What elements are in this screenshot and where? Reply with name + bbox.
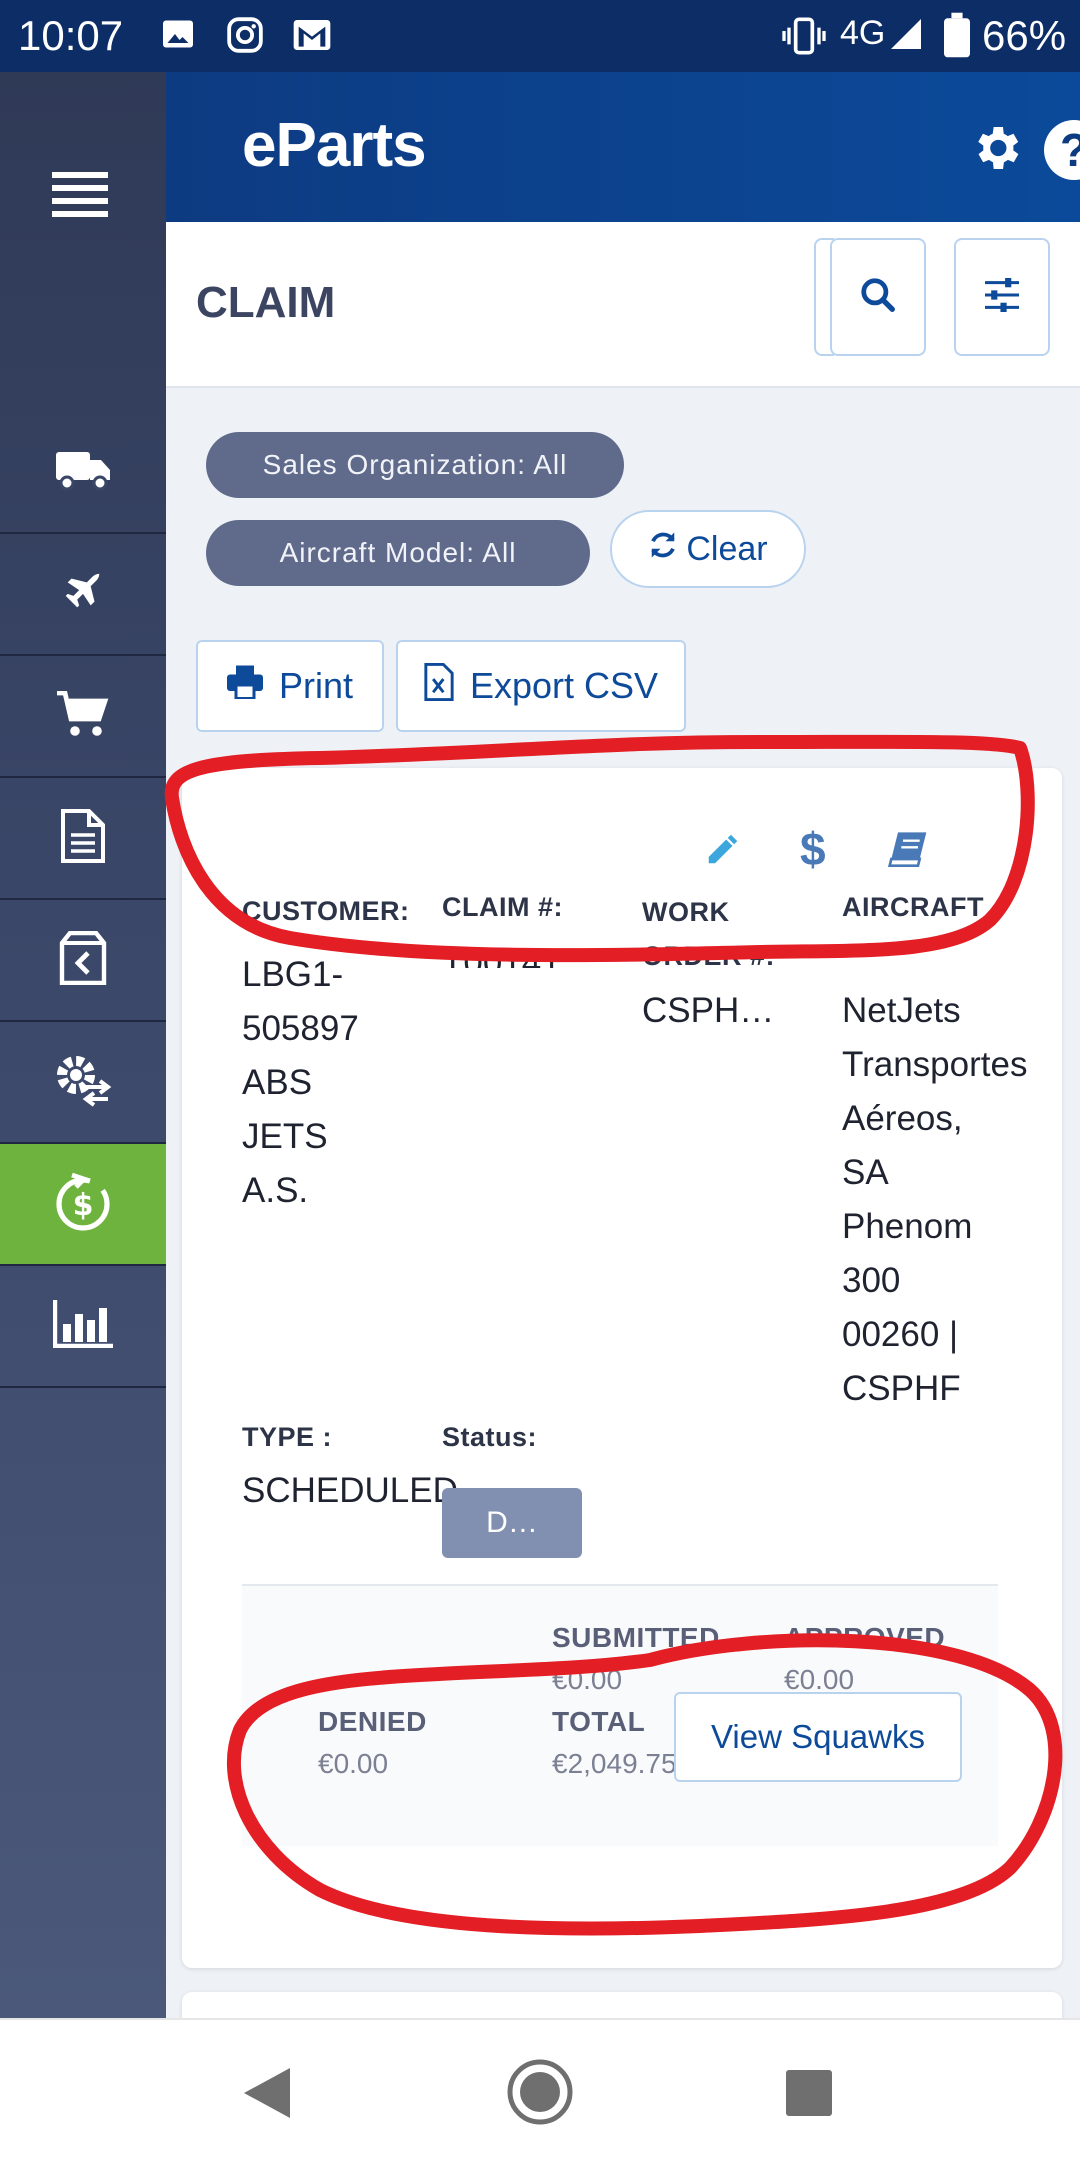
battery-percent: 66%	[982, 12, 1067, 59]
refresh-icon	[648, 530, 678, 569]
clear-filters-button[interactable]: Clear	[610, 510, 806, 588]
gear-exchange-icon	[54, 1053, 112, 1112]
customer-value: LBG1- 505897 ABS JETS A.S.	[242, 955, 359, 1210]
customer-label: CUSTOMER:	[242, 896, 410, 926]
claim-number-label: CLAIM #:	[442, 892, 563, 922]
battery-icon	[944, 12, 970, 63]
search-button[interactable]	[830, 238, 926, 356]
total-value: €2,049.75	[552, 1748, 677, 1779]
system-nav-bar	[0, 2018, 1080, 2160]
status-badge[interactable]: D…	[442, 1488, 582, 1558]
export-csv-label: Export CSV	[469, 665, 659, 706]
clear-label: Clear	[686, 529, 768, 568]
instagram-icon	[226, 16, 264, 59]
cart-icon	[57, 690, 109, 742]
truck-icon	[56, 448, 110, 497]
sidebar-item-shipping[interactable]	[0, 412, 166, 534]
submitted-label: SUBMITTED	[552, 1622, 720, 1653]
print-button[interactable]: Print	[196, 640, 384, 732]
image-icon	[160, 16, 196, 57]
sidebar-item-reports[interactable]	[0, 1266, 166, 1388]
recents-icon[interactable]	[786, 2070, 832, 2121]
document-icon	[61, 808, 105, 868]
view-squawks-button[interactable]: View Squawks	[674, 1692, 962, 1782]
aircraft-value: NetJets Transportes Aéreos, SA Phenom 30…	[842, 991, 1028, 1408]
claim-number-value[interactable]: T00141	[442, 936, 561, 968]
sidebar-item-exchange[interactable]	[0, 1022, 166, 1144]
filter-settings-button[interactable]	[954, 238, 1050, 356]
status-bar: 10:07 4G 66%	[0, 0, 1080, 72]
back-icon[interactable]	[244, 2068, 290, 2123]
next-claim-card	[182, 1992, 1062, 2018]
sidebar-item-documents[interactable]	[0, 778, 166, 900]
excel-file-icon	[424, 662, 454, 710]
book-icon[interactable]	[887, 830, 928, 873]
sidebar-item-claims[interactable]: $	[0, 1144, 166, 1266]
type-label: TYPE :	[242, 1422, 333, 1452]
network-type: 4G	[840, 14, 886, 52]
vibrate-icon	[782, 16, 826, 61]
filter-pill-aircraft-model[interactable]: Aircraft Model: All	[206, 520, 590, 586]
gmail-icon	[292, 16, 332, 59]
sidebar-item-returns[interactable]	[0, 900, 166, 1022]
signal-icon	[888, 16, 924, 57]
claim-summary: SUBMITTED €0.00 APPROVED €0.00 DENIED €0…	[242, 1584, 998, 1846]
submitted-value: €0.00	[552, 1664, 623, 1695]
work-order-label: WORK ORDER #:	[642, 897, 776, 971]
pencil-icon[interactable]	[704, 830, 742, 873]
svg-text:$: $	[73, 1188, 94, 1223]
page-title: CLAIM	[196, 278, 336, 327]
denied-label: DENIED	[318, 1706, 427, 1737]
search-icon	[859, 276, 897, 319]
status-label: Status:	[442, 1422, 538, 1452]
claim-card: $ CUSTOMER: LBG1- 505897 ABS JETS A.S. C…	[182, 768, 1062, 1968]
printer-icon	[226, 665, 263, 708]
claim-dollar-icon: $	[52, 1171, 114, 1238]
export-csv-button[interactable]: Export CSV	[396, 640, 686, 732]
sliders-icon	[983, 277, 1021, 317]
dollar-icon[interactable]: $	[800, 822, 826, 876]
home-icon[interactable]	[506, 2058, 574, 2131]
sidebar-item-cart[interactable]	[0, 656, 166, 778]
print-label: Print	[278, 665, 354, 706]
status-time: 10:07	[18, 12, 124, 59]
brand-logo[interactable]: eParts	[242, 110, 427, 181]
app-header: eParts ?	[166, 72, 1080, 222]
type-value: SCHEDULED	[242, 1471, 458, 1510]
help-icon[interactable]: ?	[1044, 120, 1080, 180]
return-box-icon	[58, 930, 108, 990]
page-header: CLAIM	[166, 222, 1080, 388]
denied-value: €0.00	[318, 1748, 389, 1779]
total-label: TOTAL	[552, 1706, 646, 1737]
airplane-icon	[60, 569, 106, 620]
aircraft-label: AIRCRAFT	[842, 892, 984, 922]
content-area: Sales Organization: All Aircraft Model: …	[166, 388, 1080, 2018]
approved-label: APPROVED	[784, 1622, 946, 1653]
sidebar: $	[0, 72, 166, 2018]
settings-gear-icon[interactable]	[968, 120, 1024, 181]
bar-chart-icon	[52, 1299, 113, 1353]
sidebar-item-aircraft[interactable]	[0, 534, 166, 656]
menu-hamburger-icon[interactable]	[52, 172, 108, 223]
work-order-value: CSPH…	[642, 991, 775, 1030]
filter-pill-sales-org[interactable]: Sales Organization: All	[206, 432, 624, 498]
